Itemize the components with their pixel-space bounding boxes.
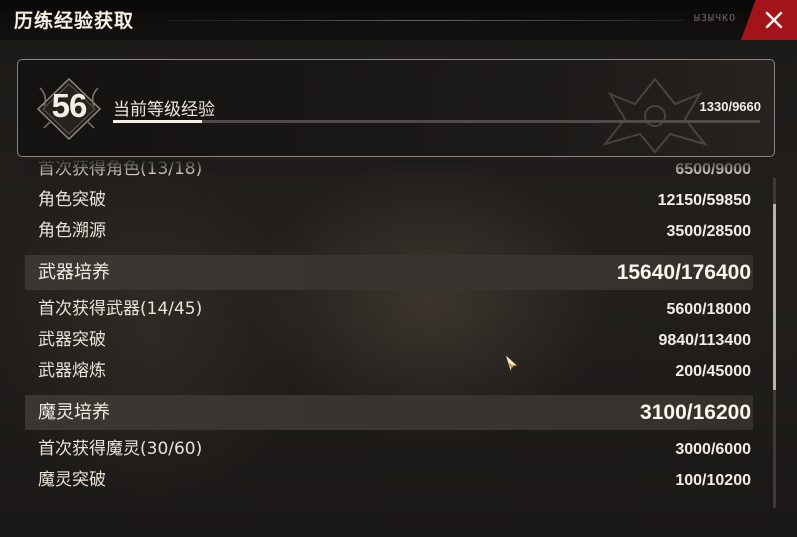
level-exp-progress-fill xyxy=(113,120,203,123)
row-value: 3000/6000 xyxy=(675,441,751,458)
list-row-first-weapon: 首次获得武器(14/45) 5600/18000 xyxy=(25,294,753,325)
row-label: 首次获得武器(14/45) xyxy=(38,299,203,319)
scrollbar-thumb[interactable] xyxy=(773,204,776,390)
row-label: 武器熔炼 xyxy=(38,361,106,381)
section-value: 15640/176400 xyxy=(616,261,751,284)
mouse-cursor-icon xyxy=(503,352,520,374)
list-top-fade xyxy=(25,160,753,176)
level-number: 56 xyxy=(51,87,88,124)
row-label: 角色溯源 xyxy=(38,221,106,241)
title-bar: 历练经验获取 ЫЗЫЧКО xyxy=(0,0,797,40)
close-button[interactable] xyxy=(741,0,797,40)
level-exp-value: 1330/9660 xyxy=(699,99,761,114)
row-value: 3500/28500 xyxy=(666,223,751,240)
list-row-spirit-breakthrough: 魔灵突破 100/10200 xyxy=(25,465,753,496)
row-value: 200/45000 xyxy=(675,363,751,380)
row-value: 9840/113400 xyxy=(658,332,751,349)
row-value: 100/10200 xyxy=(675,472,751,489)
close-icon xyxy=(765,11,783,29)
list-row-character-trace: 角色溯源 3500/28500 xyxy=(25,216,753,247)
section-label: 魔灵培养 xyxy=(38,402,110,423)
section-label: 武器培养 xyxy=(38,262,110,283)
title-divider xyxy=(168,20,684,21)
list-row-character-breakthrough: 角色突破 12150/59850 xyxy=(25,185,753,216)
row-label: 魔灵突破 xyxy=(38,470,106,490)
row-value: 5600/18000 xyxy=(666,301,751,318)
list-row-weapon-breakthrough: 武器突破 9840/113400 xyxy=(25,325,753,356)
row-label: 首次获得魔灵(30/60) xyxy=(38,439,203,459)
list-row-weapon-smelting: 武器熔炼 200/45000 xyxy=(25,356,753,387)
current-level-card: 56 当前等级经验 1330/9660 xyxy=(17,59,775,157)
exp-source-list[interactable]: 首次获得角色(13/18) 6500/9000 角色突破 12150/59850… xyxy=(25,160,753,520)
row-value: 12150/59850 xyxy=(657,192,751,209)
row-label: 角色突破 xyxy=(38,190,106,210)
list-row-first-spirit: 首次获得魔灵(30/60) 3000/6000 xyxy=(25,434,753,465)
level-exp-label: 当前等级经验 xyxy=(113,100,215,120)
window-title: 历练经验获取 xyxy=(14,10,135,32)
card-emblem-decoration xyxy=(602,77,708,154)
level-exp-progress-bar xyxy=(113,120,760,123)
section-header-spirit: 魔灵培养 3100/16200 xyxy=(25,395,753,430)
header-decoration-text: ЫЗЫЧКО xyxy=(694,13,737,24)
section-header-weapon: 武器培养 15640/176400 xyxy=(25,255,753,290)
section-value: 3100/16200 xyxy=(640,401,751,424)
row-label: 武器突破 xyxy=(38,330,106,350)
